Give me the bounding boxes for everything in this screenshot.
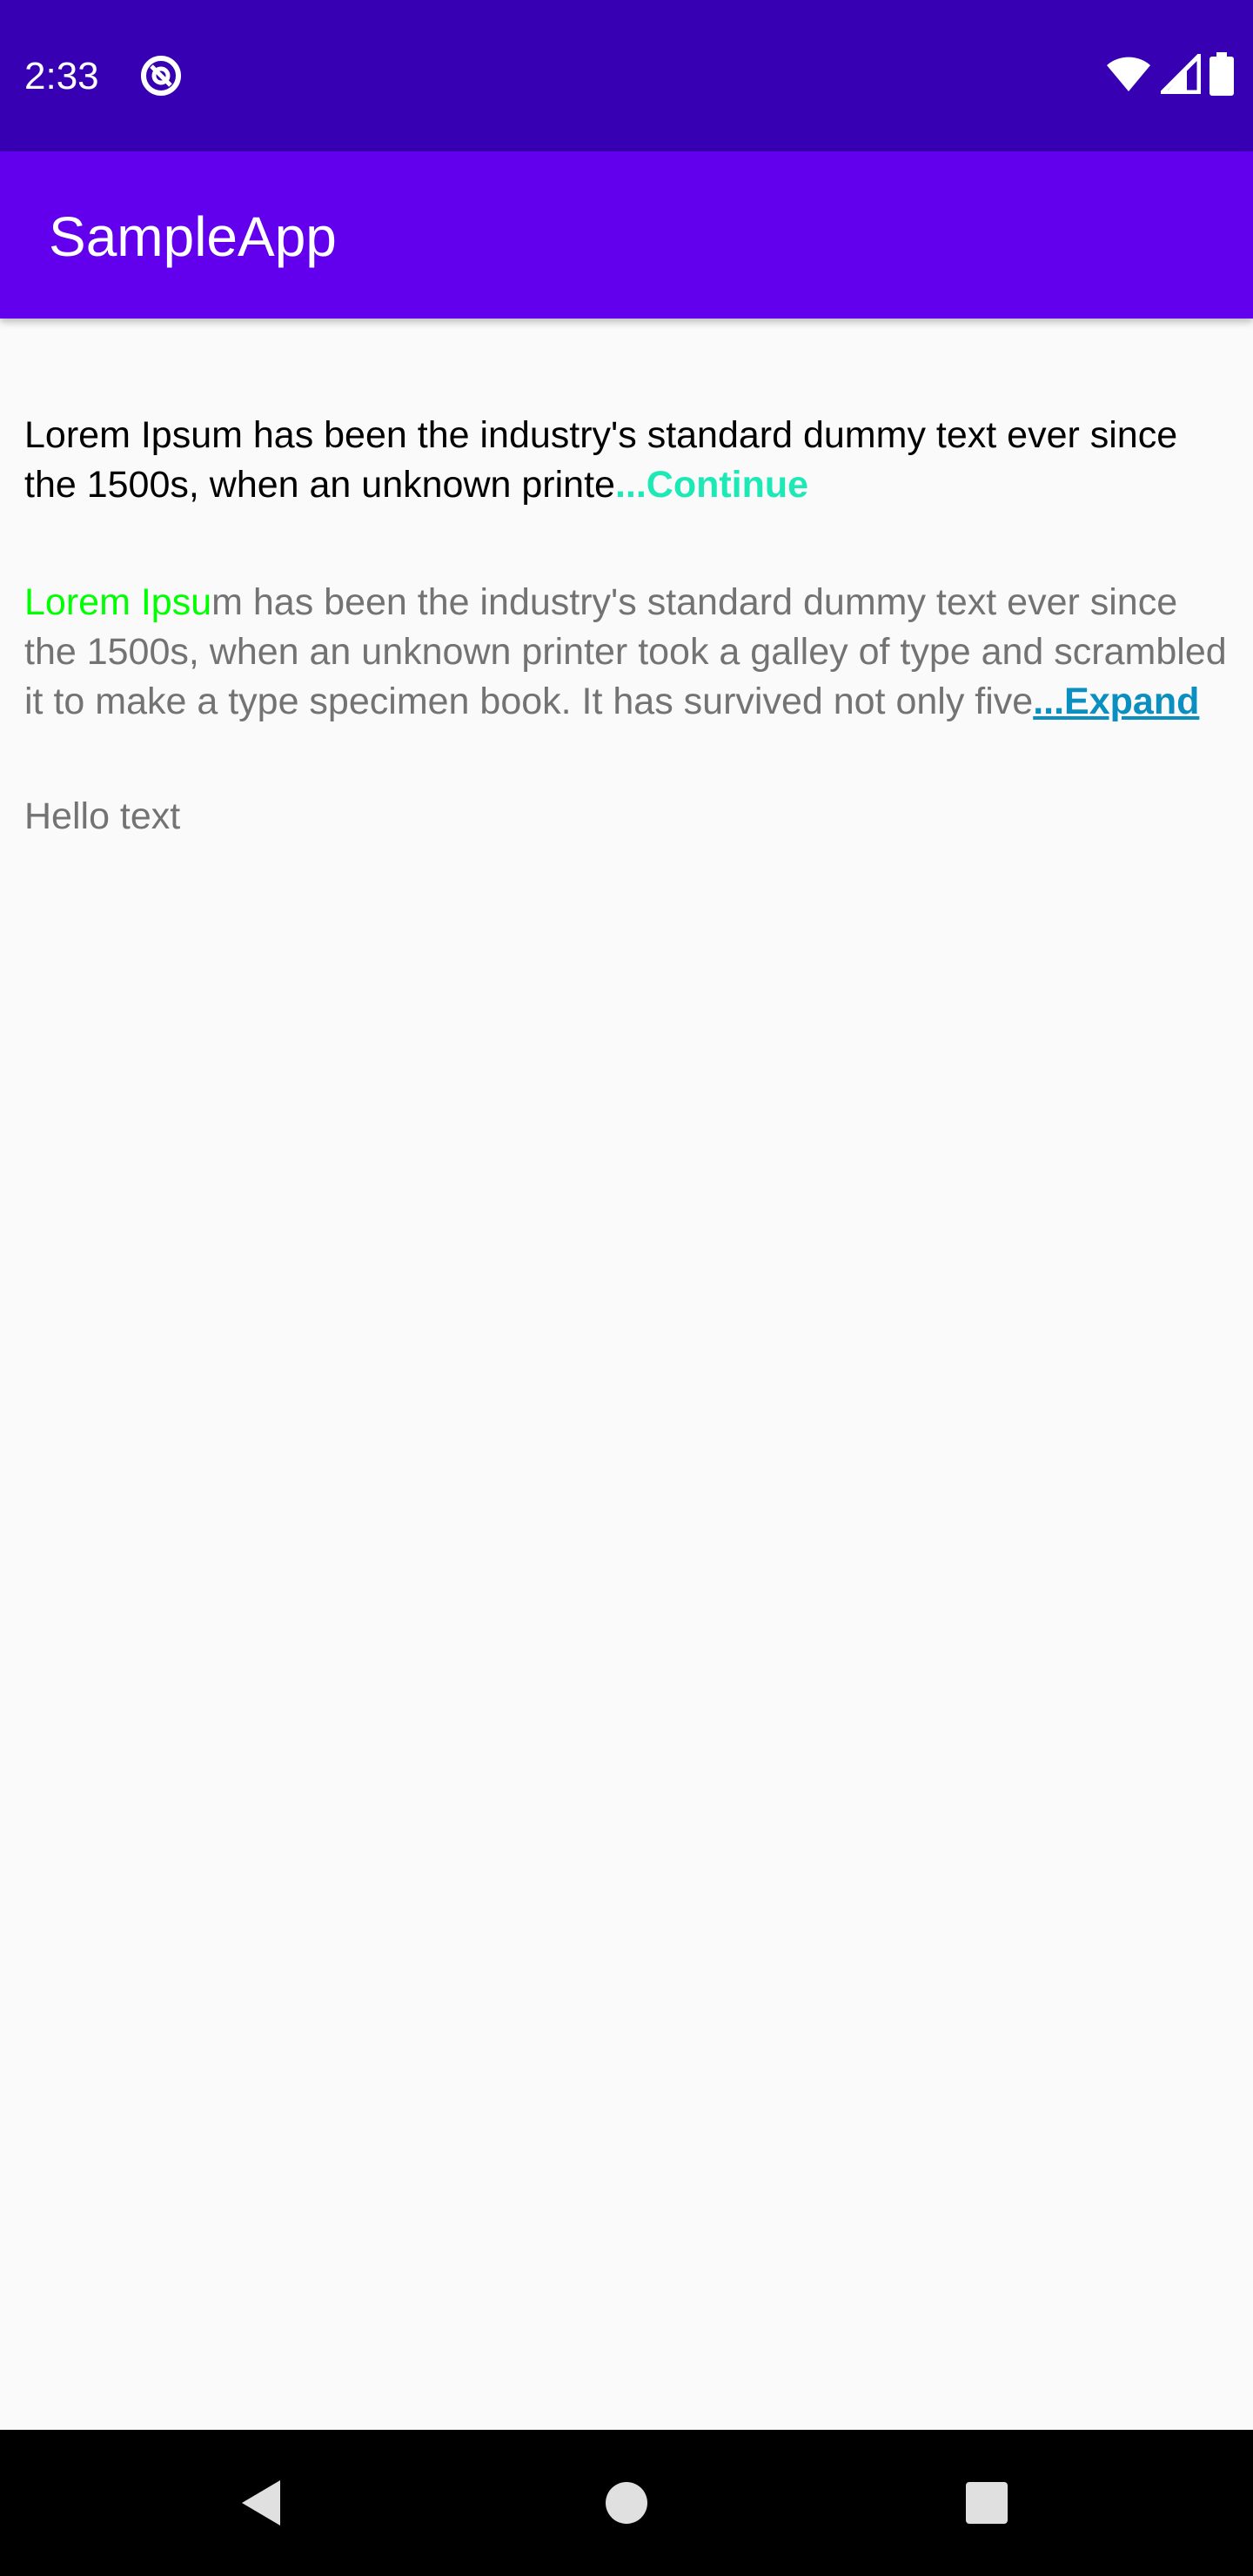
paragraph-expand: Lorem Ipsum has been the industry's stan… xyxy=(24,578,1234,727)
home-icon[interactable] xyxy=(592,2468,661,2538)
status-time: 2:33 xyxy=(24,55,99,97)
paragraph-continue: Lorem Ipsum has been the industry's stan… xyxy=(24,411,1234,510)
app-bar: SampleApp xyxy=(0,151,1253,319)
navigation-bar xyxy=(0,2430,1253,2576)
continue-link[interactable]: ...Continue xyxy=(615,464,808,506)
paragraph-continue-text: Lorem Ipsum has been the industry's stan… xyxy=(24,414,1178,506)
app-title: SampleApp xyxy=(49,205,337,268)
recents-icon[interactable] xyxy=(952,2468,1022,2538)
status-bar: 2:33 xyxy=(0,0,1253,151)
back-icon[interactable] xyxy=(226,2468,296,2538)
hello-text: Hello text xyxy=(24,795,181,837)
main-content: Lorem Ipsum has been the industry's stan… xyxy=(24,411,1234,842)
battery-icon xyxy=(1209,51,1234,100)
status-icons xyxy=(1105,50,1234,100)
cellular-signal-icon xyxy=(1156,50,1202,98)
expand-link[interactable]: ...Expand xyxy=(1033,681,1199,722)
at-sign-icon xyxy=(139,54,183,97)
highlighted-text: Lorem Ipsu xyxy=(24,581,212,623)
screen: 2:33 SampleApp Lorem Ipsum has been the … xyxy=(0,0,1253,2576)
wifi-icon xyxy=(1105,55,1152,97)
